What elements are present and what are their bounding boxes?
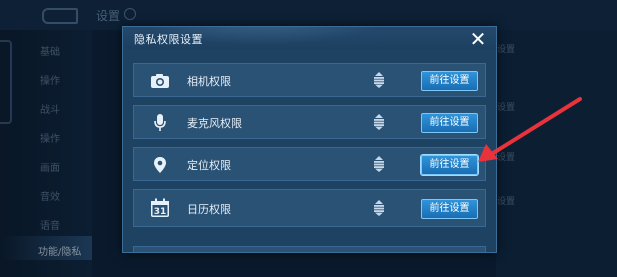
- annotation-arrow: [478, 97, 582, 162]
